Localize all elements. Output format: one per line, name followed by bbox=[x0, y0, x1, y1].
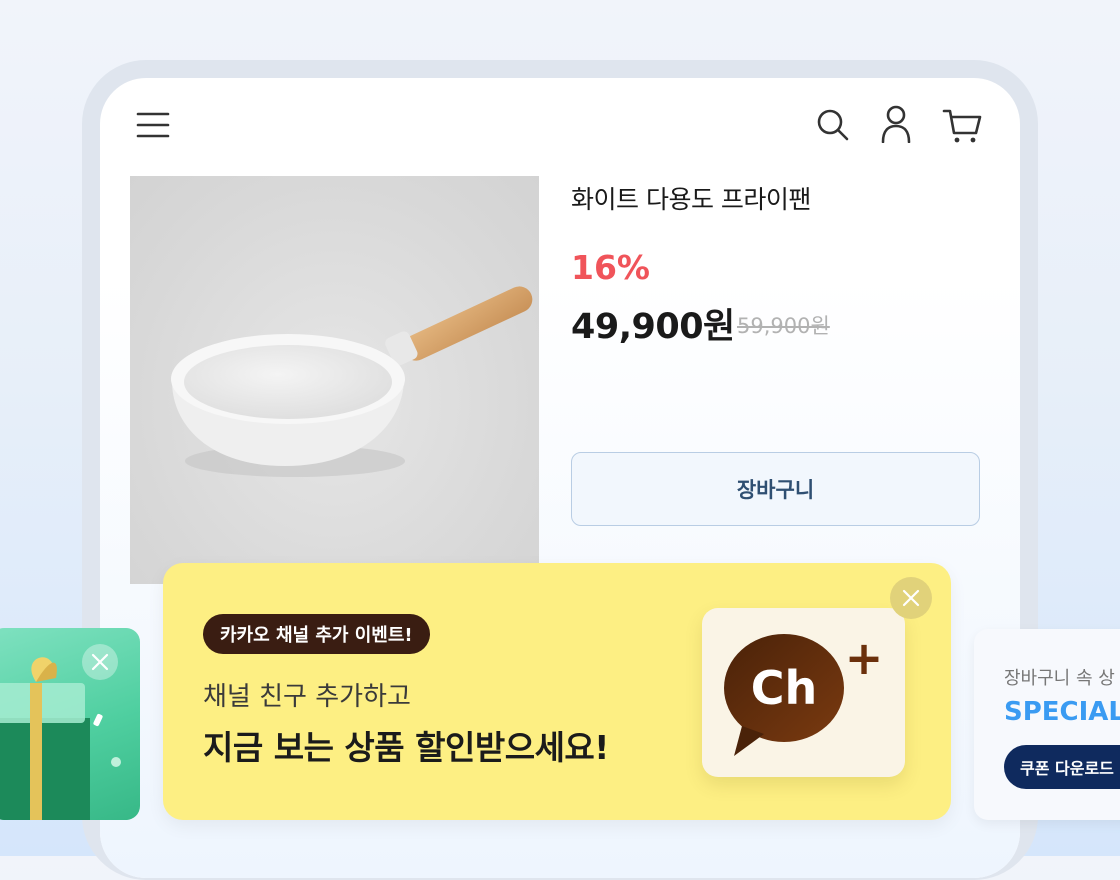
discount-rate: 16% bbox=[571, 248, 650, 287]
original-price: 59,900원 bbox=[737, 314, 830, 338]
cart-icon[interactable] bbox=[942, 108, 982, 144]
user-icon[interactable] bbox=[880, 105, 912, 143]
coupon-card[interactable]: 장바구니 속 상 SPECIAL 쿠폰 다운로드 bbox=[974, 629, 1120, 820]
event-pill: 카카오 채널 추가 이벤트! bbox=[203, 614, 430, 654]
add-to-cart-button[interactable]: 장바구니 bbox=[571, 452, 980, 526]
kakao-channel-logo-card: Ch + bbox=[702, 608, 905, 777]
product-title: 화이트 다용도 프라이팬 bbox=[571, 185, 811, 214]
banner-close-button[interactable] bbox=[890, 577, 932, 619]
banner-headline: 지금 보는 상품 할인받으세요! bbox=[203, 728, 609, 767]
coupon-download-button[interactable]: 쿠폰 다운로드 bbox=[1004, 745, 1120, 789]
coupon-headline: SPECIAL bbox=[1004, 697, 1120, 727]
frying-pan-illustration bbox=[171, 286, 533, 477]
logo-plus-text: + bbox=[845, 631, 884, 685]
product-image[interactable] bbox=[130, 176, 539, 584]
coupon-subtitle: 장바구니 속 상 bbox=[1004, 668, 1115, 689]
banner-subtitle: 채널 친구 추가하고 bbox=[203, 682, 411, 712]
hamburger-menu-icon[interactable] bbox=[136, 110, 170, 140]
search-icon[interactable] bbox=[816, 108, 850, 142]
gift-close-button[interactable] bbox=[82, 644, 118, 680]
gift-event-card[interactable] bbox=[0, 628, 140, 820]
logo-ch-text: Ch bbox=[751, 661, 818, 715]
kakao-channel-banner[interactable]: 카카오 채널 추가 이벤트! 채널 친구 추가하고 지금 보는 상품 할인받으세… bbox=[163, 563, 951, 820]
kakao-channel-logo: Ch + bbox=[724, 631, 884, 756]
sale-price: 49,900원 bbox=[571, 307, 735, 347]
close-icon bbox=[902, 589, 920, 607]
close-icon bbox=[91, 653, 109, 671]
gift-box-icon bbox=[0, 657, 121, 820]
